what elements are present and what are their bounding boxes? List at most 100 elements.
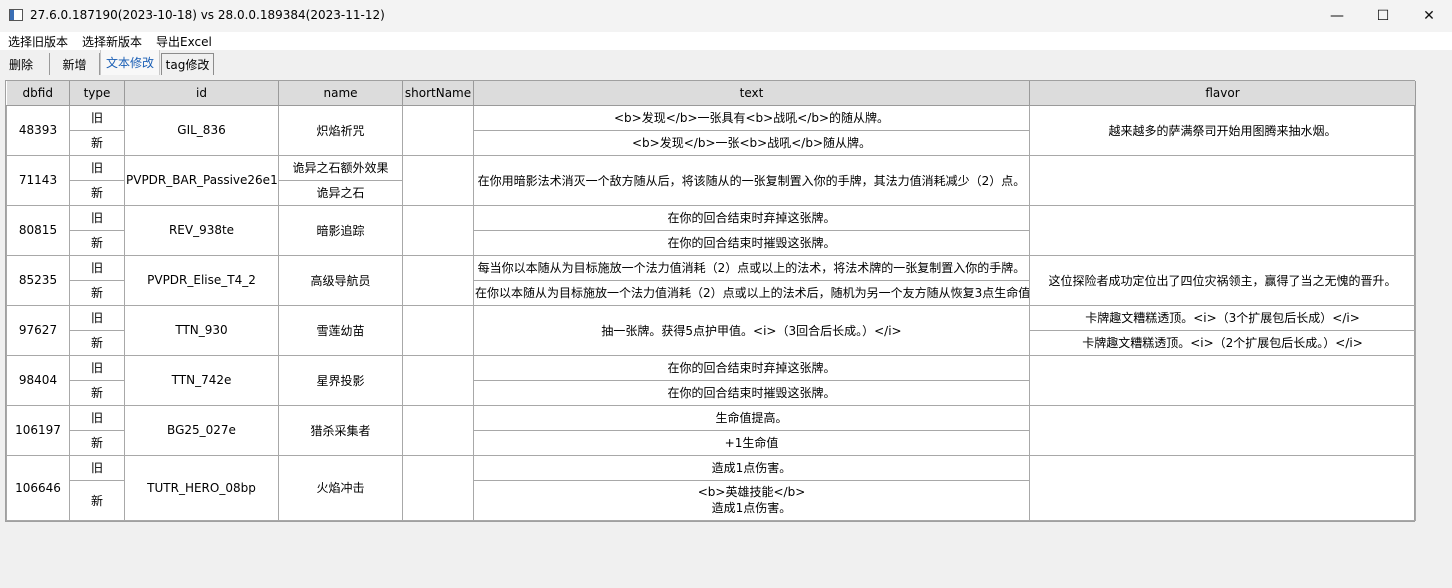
table-row[interactable]: 48393 旧 GIL_836 炽焰祈咒 <b>发现</b>一张具有<b>战吼<… [6, 104, 1416, 156]
cell-flavor[interactable]: 卡牌趣文糟糕透顶。<i>（2个扩展包后长成。）</i> [1029, 329, 1416, 356]
cell-type[interactable]: 旧 [69, 404, 125, 431]
cell-type[interactable]: 旧 [69, 104, 125, 131]
cell-dbfid[interactable]: 48393 [6, 104, 70, 156]
cell-flavor[interactable] [1029, 354, 1416, 406]
title-bar[interactable]: 27.6.0.187190(2023-10-18) vs 28.0.0.1893… [0, 0, 1452, 32]
menu-select-old-version[interactable]: 选择旧版本 [8, 33, 68, 50]
cell-type[interactable]: 新 [69, 129, 125, 156]
cell-flavor[interactable]: 卡牌趣文糟糕透顶。<i>（3个扩展包后长成）</i> [1029, 304, 1416, 331]
header-flavor[interactable]: flavor [1029, 81, 1416, 106]
cell-name[interactable]: 火焰冲击 [278, 454, 403, 521]
cell-name[interactable]: 诡异之石额外效果 [278, 154, 403, 181]
cell-shortname[interactable] [402, 404, 474, 456]
cell-text[interactable]: 每当你以本随从为目标施放一个法力值消耗（2）点或以上的法术，将法术牌的一张复制置… [473, 254, 1030, 281]
cell-type[interactable]: 旧 [69, 354, 125, 381]
cell-name[interactable]: 暗影追踪 [278, 204, 403, 256]
cell-text[interactable]: 造成1点伤害。 [473, 454, 1030, 481]
cell-type[interactable]: 新 [69, 329, 125, 356]
cell-text[interactable]: <b>英雄技能</b> 造成1点伤害。 [473, 479, 1030, 521]
cell-text[interactable]: 在你的回合结束时摧毁这张牌。 [473, 229, 1030, 256]
cell-name[interactable]: 雪莲幼苗 [278, 304, 403, 356]
cell-type[interactable]: 新 [69, 279, 125, 306]
cell-shortname[interactable] [402, 104, 474, 156]
cell-text[interactable]: <b>发现</b>一张<b>战吼</b>随从牌。 [473, 129, 1030, 156]
cell-text[interactable]: 在你以本随从为目标施放一个法力值消耗（2）点或以上的法术后，随机为另一个友方随从… [473, 279, 1030, 306]
window-title: 27.6.0.187190(2023-10-18) vs 28.0.0.1893… [30, 8, 385, 22]
cell-shortname[interactable] [402, 204, 474, 256]
cell-text[interactable]: 生命值提高。 [473, 404, 1030, 431]
tab-added[interactable]: 新增 [50, 53, 100, 75]
cell-id[interactable]: REV_938te [124, 204, 279, 256]
header-text[interactable]: text [473, 81, 1030, 106]
cell-shortname[interactable] [402, 154, 474, 206]
cell-shortname[interactable] [402, 354, 474, 406]
cell-type[interactable]: 新 [69, 379, 125, 406]
cell-text[interactable]: 在你的回合结束时摧毁这张牌。 [473, 379, 1030, 406]
cell-flavor[interactable] [1029, 404, 1416, 456]
minimize-button[interactable]: — [1314, 0, 1360, 32]
header-id[interactable]: id [124, 81, 279, 106]
cell-type[interactable]: 旧 [69, 454, 125, 481]
table-row[interactable]: 97627 旧 TTN_930 雪莲幼苗 抽一张牌。获得5点护甲值。<i>（3回… [6, 304, 1416, 356]
cell-id[interactable]: BG25_027e [124, 404, 279, 456]
cell-type[interactable]: 新 [69, 429, 125, 456]
cell-type[interactable]: 新 [69, 179, 125, 206]
cell-text[interactable]: 在你的回合结束时弃掉这张牌。 [473, 354, 1030, 381]
cell-id[interactable]: TUTR_HERO_08bp [124, 454, 279, 521]
table-header-row: dbfid type id name shortName text flavor [6, 81, 1416, 106]
tab-deleted[interactable]: 删除 [0, 53, 50, 75]
cell-name[interactable]: 诡异之石 [278, 179, 403, 206]
cell-id[interactable]: GIL_836 [124, 104, 279, 156]
cell-dbfid[interactable]: 106646 [6, 454, 70, 521]
cell-flavor[interactable] [1029, 154, 1416, 206]
table-row[interactable]: 71143 旧 PVPDR_BAR_Passive26e1 诡异之石额外效果 在… [6, 154, 1416, 206]
cell-shortname[interactable] [402, 304, 474, 356]
cell-type[interactable]: 新 [69, 229, 125, 256]
cell-name[interactable]: 猎杀采集者 [278, 404, 403, 456]
header-dbfid[interactable]: dbfid [6, 81, 70, 106]
table-row[interactable]: 106646 旧 TUTR_HERO_08bp 火焰冲击 造成1点伤害。 [6, 454, 1416, 521]
cell-flavor[interactable]: 这位探险者成功定位出了四位灾祸领主，赢得了当之无愧的晋升。 [1029, 254, 1416, 306]
maximize-button[interactable]: ☐ [1360, 0, 1406, 32]
table-row[interactable]: 85235 旧 PVPDR_Elise_T4_2 高级导航员 每当你以本随从为目… [6, 254, 1416, 306]
cell-name[interactable]: 星界投影 [278, 354, 403, 406]
table-row[interactable]: 80815 旧 REV_938te 暗影追踪 在你的回合结束时弃掉这张牌。 [6, 204, 1416, 256]
menu-export-excel[interactable]: 导出Excel [156, 33, 212, 50]
close-button[interactable]: ✕ [1406, 0, 1452, 32]
cell-text[interactable]: +1生命值 [473, 429, 1030, 456]
cell-dbfid[interactable]: 85235 [6, 254, 70, 306]
header-type[interactable]: type [69, 81, 125, 106]
cell-id[interactable]: TTN_742e [124, 354, 279, 406]
cell-text[interactable]: 在你用暗影法术消灭一个敌方随从后，将该随从的一张复制置入你的手牌，其法力值消耗减… [473, 154, 1030, 206]
cell-flavor[interactable]: 越来越多的萨满祭司开始用图腾来抽水烟。 [1029, 104, 1416, 156]
cell-text[interactable]: <b>发现</b>一张具有<b>战吼</b>的随从牌。 [473, 104, 1030, 131]
cell-type[interactable]: 旧 [69, 254, 125, 281]
table-row[interactable]: 106197 旧 BG25_027e 猎杀采集者 生命值提高。 [6, 404, 1416, 456]
cell-name[interactable]: 炽焰祈咒 [278, 104, 403, 156]
cell-dbfid[interactable]: 71143 [6, 154, 70, 206]
cell-dbfid[interactable]: 80815 [6, 204, 70, 256]
cell-dbfid[interactable]: 97627 [6, 304, 70, 356]
menu-select-new-version[interactable]: 选择新版本 [82, 33, 142, 50]
table-row[interactable]: 98404 旧 TTN_742e 星界投影 在你的回合结束时弃掉这张牌。 [6, 354, 1416, 406]
cell-name[interactable]: 高级导航员 [278, 254, 403, 306]
cell-text[interactable]: 在你的回合结束时弃掉这张牌。 [473, 204, 1030, 231]
cell-dbfid[interactable]: 98404 [6, 354, 70, 406]
tab-text-modified[interactable]: 文本修改 [100, 50, 160, 75]
cell-text[interactable]: 抽一张牌。获得5点护甲值。<i>（3回合后长成。）</i> [473, 304, 1030, 356]
cell-shortname[interactable] [402, 454, 474, 521]
cell-id[interactable]: PVPDR_Elise_T4_2 [124, 254, 279, 306]
header-shortname[interactable]: shortName [402, 81, 474, 106]
cell-type[interactable]: 旧 [69, 204, 125, 231]
header-name[interactable]: name [278, 81, 403, 106]
cell-dbfid[interactable]: 106197 [6, 404, 70, 456]
cell-id[interactable]: PVPDR_BAR_Passive26e1 [124, 154, 279, 206]
tab-tag-modified[interactable]: tag修改 [161, 53, 214, 75]
cell-type[interactable]: 旧 [69, 154, 125, 181]
cell-shortname[interactable] [402, 254, 474, 306]
cell-flavor[interactable] [1029, 204, 1416, 256]
cell-flavor[interactable] [1029, 454, 1416, 521]
cell-type[interactable]: 新 [69, 479, 125, 521]
cell-id[interactable]: TTN_930 [124, 304, 279, 356]
cell-type[interactable]: 旧 [69, 304, 125, 331]
